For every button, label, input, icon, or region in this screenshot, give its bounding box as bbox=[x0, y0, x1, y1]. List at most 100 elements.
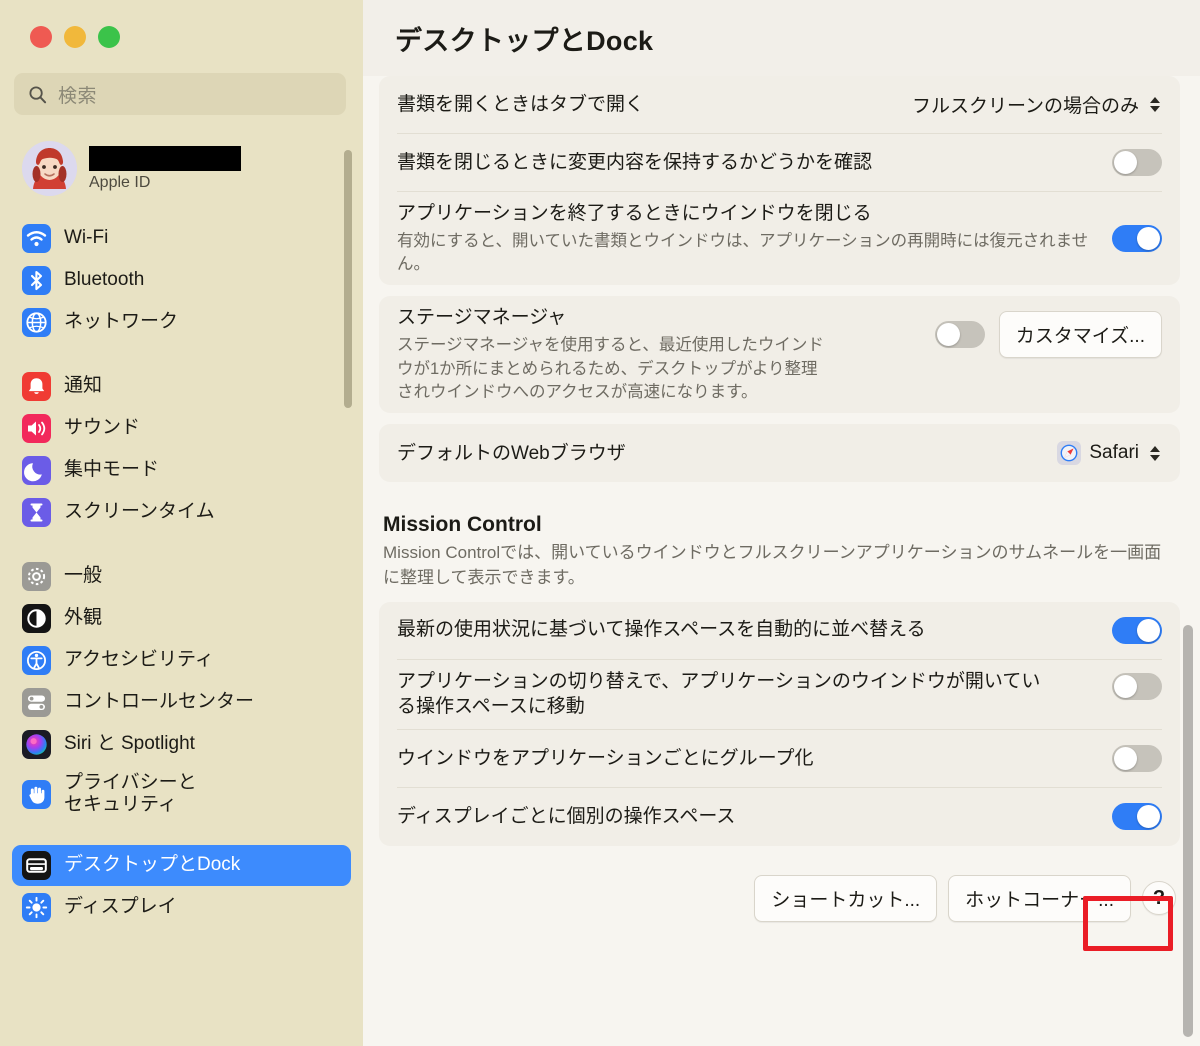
settings-content: 書類を開くときはタブで開く フルスクリーンの場合のみ 書類を閉じるときに変更内容… bbox=[363, 76, 1200, 1046]
row-ask-keep-changes: 書類を閉じるときに変更内容を保持するかどうかを確認 bbox=[397, 134, 1162, 192]
row-label: ステージマネージャ bbox=[397, 307, 567, 329]
row-stage-manager: ステージマネージャ ステージマネージャを使用すると、最近使用したウインドウが1か… bbox=[397, 296, 1162, 413]
sidebar-item-desktop-and-dock[interactable]: デスクトップとDock bbox=[12, 845, 351, 886]
row-text: アプリケーションの切り替えで、アプリケーションのウインドウが開いている操作スペー… bbox=[397, 669, 1112, 720]
wifi-icon bbox=[22, 224, 51, 253]
row-switch-to-space-with-open-windows: アプリケーションの切り替えで、アプリケーションのウインドウが開いている操作スペー… bbox=[397, 660, 1162, 730]
displays-brightness-icon bbox=[22, 893, 51, 922]
apple-id-row[interactable]: Apple ID bbox=[16, 137, 363, 200]
open-documents-in-tabs-popup[interactable]: フルスクリーンの場合のみ bbox=[912, 91, 1162, 118]
hot-corners-button[interactable]: ホットコーナー... bbox=[948, 874, 1131, 922]
row-text: アプリケーションを終了するときにウインドウを閉じる 有効にすると、開いていた書類… bbox=[397, 201, 1112, 276]
sidebar-item-displays[interactable]: ディスプレイ bbox=[12, 887, 351, 928]
row-text: デフォルトのWebブラウザ bbox=[397, 441, 1057, 467]
stage-manager-toggle[interactable] bbox=[934, 321, 985, 349]
apple-id-label: Apple ID bbox=[89, 173, 151, 191]
sidebar-item-privacy-security[interactable]: プライバシーと セキュリティ bbox=[12, 766, 351, 822]
main-scrollbar[interactable] bbox=[1183, 625, 1193, 1037]
default-browser-popup[interactable]: Safari bbox=[1057, 441, 1162, 466]
close-windows-on-quit-toggle[interactable] bbox=[1112, 225, 1162, 253]
row-label: アプリケーションを終了するときにウインドウを閉じる bbox=[397, 203, 872, 224]
group-windows-toggle[interactable] bbox=[1112, 744, 1162, 772]
sidebar-item-label: Bluetooth bbox=[64, 269, 145, 291]
mission-control-header: Mission Control Mission Controlでは、開いているウ… bbox=[379, 493, 1180, 601]
general-gear-icon bbox=[22, 562, 51, 591]
row-auto-rearrange-spaces: 最新の使用状況に基づいて操作スペースを自動的に並べ替える bbox=[397, 602, 1162, 660]
stage-manager-card: ステージマネージャ ステージマネージャを使用すると、最近使用したウインドウが1か… bbox=[379, 296, 1180, 414]
row-text: 書類を閉じるときに変更内容を保持するかどうかを確認 bbox=[397, 150, 1112, 176]
sidebar-group-system: 通知 サウンド 集中モード スクリーンタイム bbox=[0, 366, 363, 533]
toggle-knob bbox=[1114, 746, 1137, 770]
sidebar-group-network: Wi-Fi Bluetooth ネットワーク bbox=[0, 218, 363, 343]
sidebar-item-screen-time[interactable]: スクリーンタイム bbox=[12, 492, 351, 533]
close-button[interactable] bbox=[30, 26, 52, 48]
search-icon bbox=[28, 85, 47, 104]
row-default-web-browser: デフォルトのWebブラウザ Safari bbox=[397, 424, 1162, 482]
sidebar-item-label: 通知 bbox=[64, 375, 103, 397]
page-title: デスクトップとDock bbox=[395, 25, 654, 56]
stage-manager-customize-button[interactable]: カスタマイズ... bbox=[998, 311, 1162, 359]
sidebar-item-sound[interactable]: サウンド bbox=[12, 408, 351, 449]
control-center-icon bbox=[22, 688, 51, 717]
toggle-knob bbox=[1114, 674, 1137, 698]
toggle-knob bbox=[936, 323, 960, 347]
shortcuts-button[interactable]: ショートカット... bbox=[754, 874, 938, 922]
auto-rearrange-spaces-toggle[interactable] bbox=[1112, 616, 1162, 644]
row-label: アプリケーションの切り替えで、アプリケーションのウインドウが開いている操作スペー… bbox=[397, 670, 1041, 718]
popup-value: フルスクリーンの場合のみ bbox=[911, 96, 1139, 117]
row-text: ステージマネージャ ステージマネージャを使用すると、最近使用したウインドウが1か… bbox=[397, 305, 935, 404]
footer-buttons: ショートカット... ホットコーナー... ? bbox=[379, 857, 1180, 922]
sidebar-item-focus[interactable]: 集中モード bbox=[12, 450, 351, 491]
siri-icon bbox=[22, 730, 51, 759]
row-group-windows-by-application: ウインドウをアプリケーションごとにグループ化 bbox=[397, 730, 1162, 788]
toggle-knob bbox=[1137, 805, 1160, 829]
sidebar: 検索 Apple ID Wi-Fi Bluetooth ネットワーク 通知 サウ… bbox=[0, 0, 363, 1046]
bluetooth-icon bbox=[22, 266, 51, 295]
sidebar-divider bbox=[0, 823, 363, 845]
sidebar-item-control-center[interactable]: コントロールセンター bbox=[12, 682, 351, 723]
zoom-button[interactable] bbox=[98, 26, 120, 48]
row-control bbox=[1112, 225, 1162, 253]
sidebar-divider bbox=[0, 344, 363, 366]
sidebar-nav: Wi-Fi Bluetooth ネットワーク 通知 サウンド 集中モード スクリ… bbox=[0, 218, 363, 928]
sidebar-item-notifications[interactable]: 通知 bbox=[12, 366, 351, 407]
row-control bbox=[1112, 616, 1162, 644]
sidebar-item-network[interactable]: ネットワーク bbox=[12, 302, 351, 343]
window-controls bbox=[0, 0, 363, 48]
sidebar-item-siri-spotlight[interactable]: Siri と Spotlight bbox=[12, 724, 351, 765]
row-displays-have-separate-spaces: ディスプレイごとに個別の操作スペース bbox=[397, 788, 1162, 846]
displays-separate-spaces-toggle[interactable] bbox=[1112, 803, 1162, 831]
ask-keep-changes-toggle[interactable] bbox=[1112, 149, 1162, 176]
mission-control-description: Mission Controlでは、開いているウインドウとフルスクリーンアプリケ… bbox=[383, 543, 1162, 587]
row-control: Safari bbox=[1057, 441, 1162, 466]
sidebar-item-label: Siri と Spotlight bbox=[64, 733, 195, 755]
sidebar-item-accessibility[interactable]: アクセシビリティ bbox=[12, 640, 351, 681]
row-label: ウインドウをアプリケーションごとにグループ化 bbox=[397, 747, 814, 769]
switch-to-space-toggle[interactable] bbox=[1112, 672, 1162, 700]
sidebar-item-bluetooth[interactable]: Bluetooth bbox=[12, 260, 351, 301]
row-control bbox=[1112, 149, 1162, 176]
row-text: 書類を開くときはタブで開く bbox=[397, 92, 912, 118]
sidebar-item-appearance[interactable]: 外観 bbox=[12, 598, 351, 639]
sidebar-item-general[interactable]: 一般 bbox=[12, 556, 351, 597]
popup-value: Safari bbox=[1089, 442, 1139, 464]
notifications-bell-icon bbox=[22, 372, 51, 401]
sidebar-item-label: ネットワーク bbox=[64, 311, 179, 333]
row-text: ウインドウをアプリケーションごとにグループ化 bbox=[397, 746, 1112, 772]
sidebar-item-label: Wi-Fi bbox=[64, 227, 109, 249]
avatar bbox=[22, 141, 77, 196]
row-label: 最新の使用状況に基づいて操作スペースを自動的に並べ替える bbox=[397, 619, 926, 641]
screen-time-hourglass-icon bbox=[22, 498, 51, 527]
sound-speaker-icon bbox=[22, 414, 51, 443]
account-name-redacted bbox=[89, 145, 241, 171]
row-control bbox=[1112, 672, 1162, 700]
main-panel: デスクトップとDock 書類を開くときはタブで開く フルスクリーンの場合のみ 書… bbox=[363, 0, 1200, 1046]
help-button[interactable]: ? bbox=[1142, 881, 1176, 916]
sidebar-item-wifi[interactable]: Wi-Fi bbox=[12, 218, 351, 259]
sidebar-scrollbar[interactable] bbox=[344, 150, 352, 408]
main-titlebar: デスクトップとDock bbox=[363, 0, 1200, 76]
sidebar-item-label: プライバシーと セキュリティ bbox=[64, 771, 197, 815]
minimize-button[interactable] bbox=[64, 26, 86, 48]
search-field[interactable]: 検索 bbox=[14, 73, 346, 115]
mission-control-card: 最新の使用状況に基づいて操作スペースを自動的に並べ替える アプリケーションの切り… bbox=[379, 601, 1180, 846]
